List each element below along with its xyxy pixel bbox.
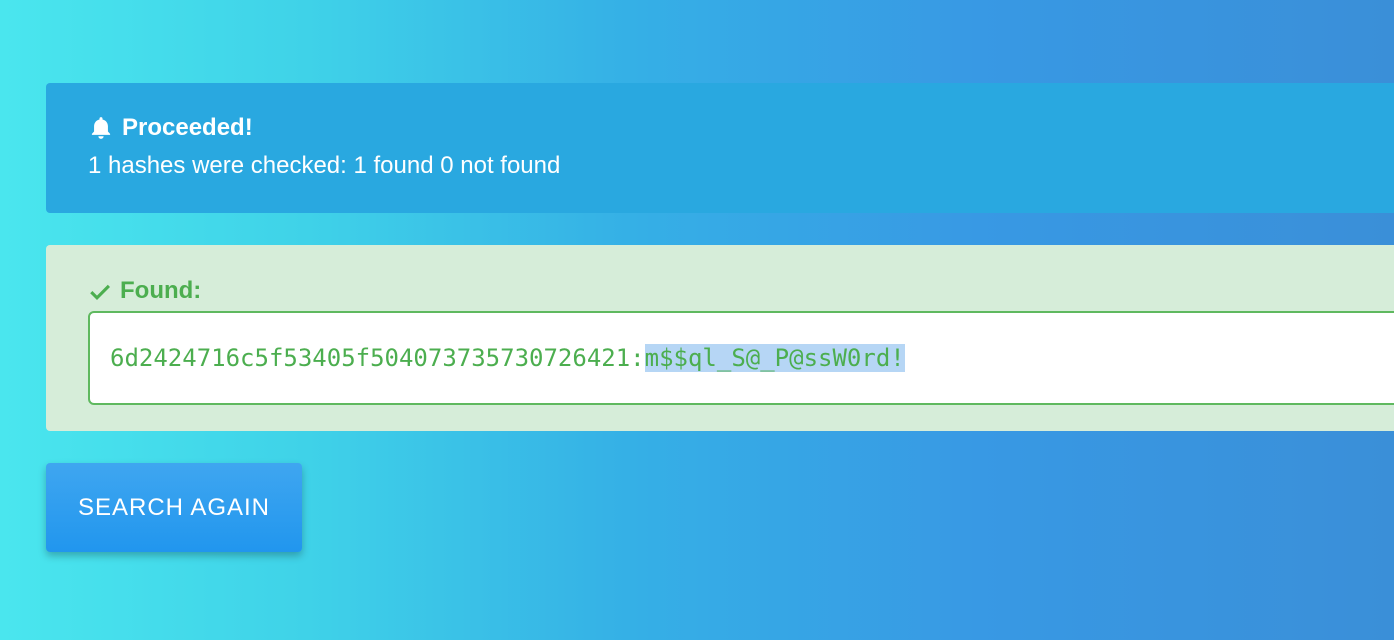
found-title: Found:	[120, 277, 202, 304]
info-alert-message: 1 hashes were checked: 1 found 0 not fou…	[88, 152, 561, 179]
result-output-field[interactable]: 6d2424716c5f53405f504073735730726421: m$$…	[88, 311, 1394, 405]
search-again-button[interactable]: SEARCH AGAIN	[46, 463, 302, 552]
check-icon	[88, 279, 112, 303]
info-alert-title: Proceeded!	[122, 114, 253, 141]
info-alert-title-row: Proceeded!	[88, 113, 1394, 143]
result-hash[interactable]: 6d2424716c5f53405f504073735730726421:	[110, 344, 645, 372]
found-alert: Found: 6d2424716c5f53405f504073735730726…	[46, 245, 1394, 431]
info-alert: Proceeded! 1 hashes were checked: 1 foun…	[46, 83, 1394, 213]
result-plaintext[interactable]: m$$ql_S@_P@ssW0rd!	[644, 344, 905, 372]
bell-icon	[88, 115, 114, 141]
found-title-row: Found:	[88, 277, 1394, 305]
